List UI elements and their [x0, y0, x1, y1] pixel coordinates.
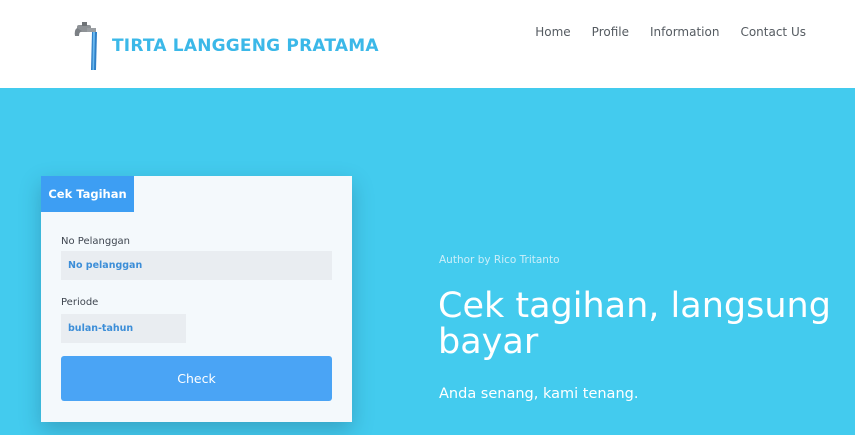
nav-home[interactable]: Home: [535, 25, 570, 39]
headline-line-2: bayar: [438, 322, 539, 362]
author-credit: Author by Rico Tritanto: [439, 254, 560, 266]
hero-subheadline: Anda senang, kami tenang.: [439, 386, 639, 402]
nav-profile[interactable]: Profile: [592, 25, 629, 39]
nav-contact-us[interactable]: Contact Us: [740, 25, 806, 39]
check-button[interactable]: Check: [61, 356, 332, 401]
headline-line-1: Cek tagihan, langsung: [438, 286, 831, 326]
main-nav: Home Profile Information Contact Us: [535, 25, 806, 39]
period-label: Periode: [61, 297, 99, 308]
site-header: TIRTA LANGGENG PRATAMA Home Profile Info…: [0, 0, 855, 88]
water-faucet-icon: [74, 22, 97, 70]
hero-headline: Cek tagihan, langsung bayar: [438, 288, 831, 360]
customer-number-label: No Pelanggan: [61, 236, 131, 247]
customer-number-input[interactable]: [61, 251, 332, 280]
nav-information[interactable]: Information: [650, 25, 719, 39]
brand-name: TIRTA LANGGENG PRATAMA: [112, 36, 379, 56]
tab-cek-tagihan[interactable]: Cek Tagihan: [41, 176, 134, 212]
bill-check-card: Cek Tagihan No Pelanggan Periode Check: [41, 176, 352, 422]
brand[interactable]: TIRTA LANGGENG PRATAMA: [74, 22, 379, 70]
period-input[interactable]: [61, 314, 186, 343]
hero-section: Cek Tagihan No Pelanggan Periode Check A…: [0, 88, 855, 435]
